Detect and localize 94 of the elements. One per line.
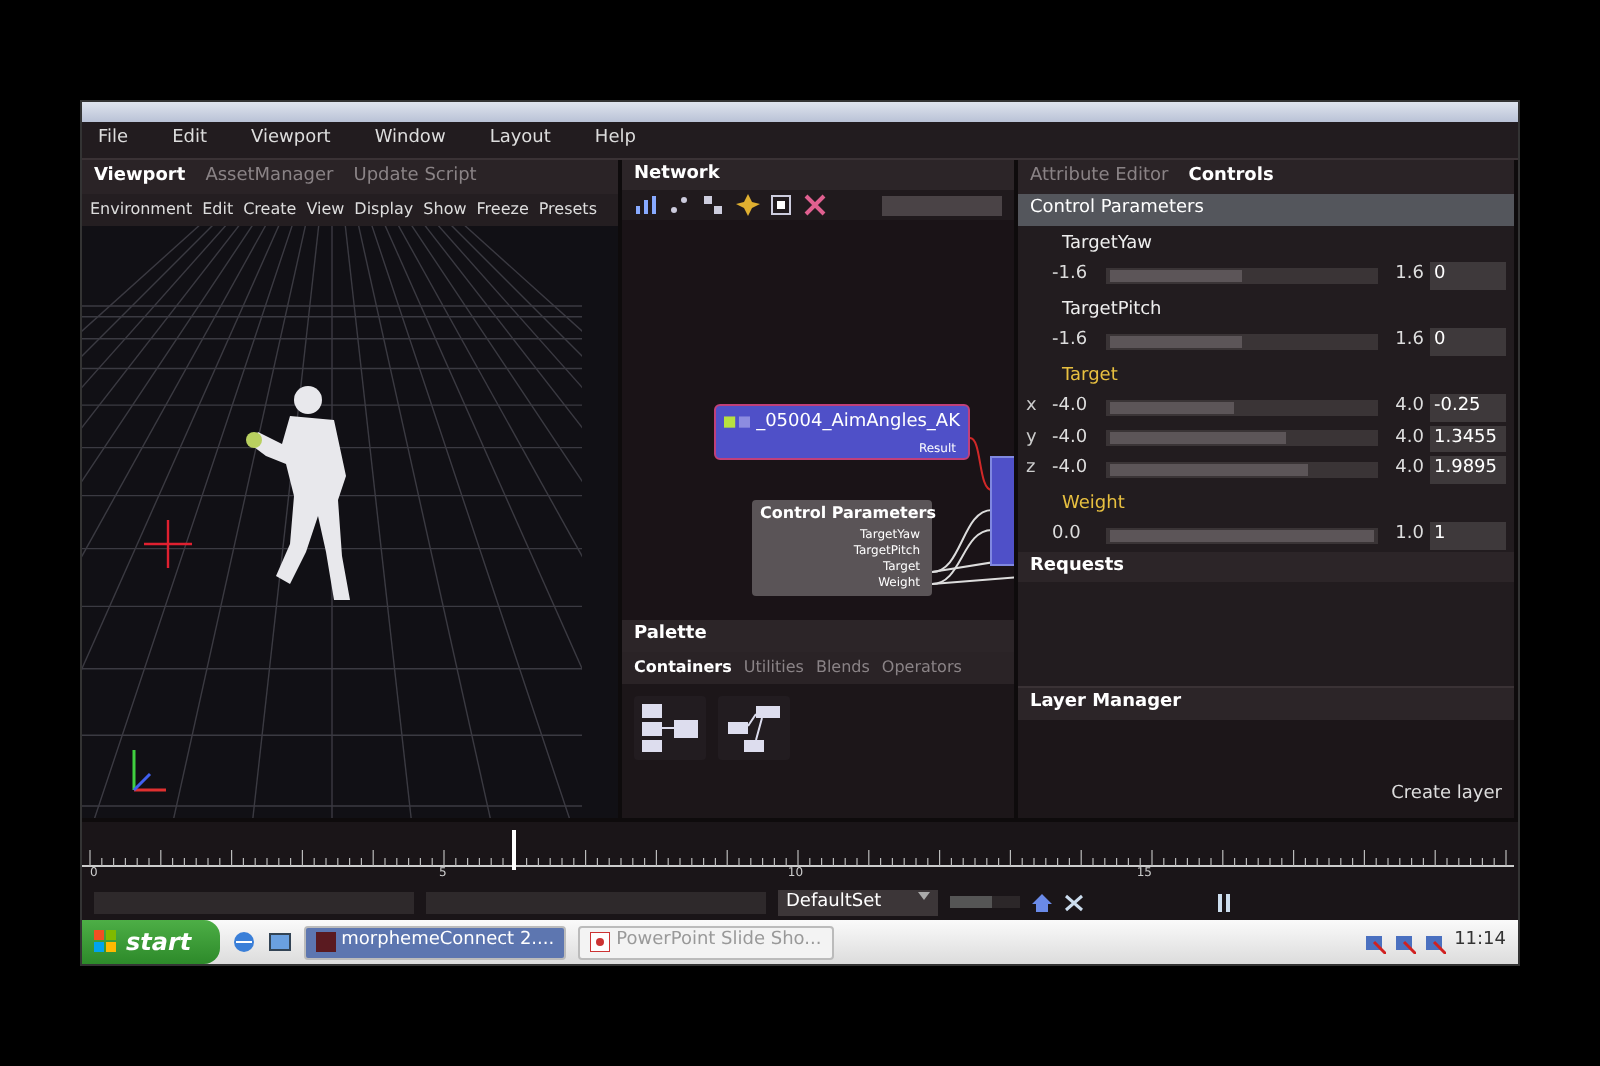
parameter-name: TargetPitch <box>1060 297 1164 323</box>
tab[interactable]: Update Script <box>353 163 477 190</box>
value-field[interactable]: 1.3455 <box>1430 425 1506 452</box>
desktop-icon[interactable] <box>267 930 292 954</box>
max-label: 1.0 <box>1393 522 1424 548</box>
value-field[interactable]: 0 <box>1430 328 1506 355</box>
slider-fill[interactable] <box>1110 401 1235 414</box>
dropdown-value: DefaultSet <box>786 889 882 915</box>
panel-title: Palette <box>634 624 707 644</box>
tab[interactable]: Blends <box>815 655 870 679</box>
taskbar-button[interactable]: morphemeConnect 2.... <box>303 925 567 959</box>
menu-item[interactable]: Help <box>594 126 636 153</box>
slider-fill[interactable] <box>1110 335 1242 348</box>
min-label: 0.0 <box>1052 522 1083 548</box>
toolbar-menu[interactable]: Environment <box>90 198 193 222</box>
min-label: -1.6 <box>1052 262 1090 288</box>
node-status-icon <box>724 416 751 431</box>
max-label: 4.0 <box>1393 394 1424 420</box>
slider-track[interactable] <box>1106 527 1378 544</box>
connection-wire <box>969 437 993 491</box>
min-label: -4.0 <box>1052 456 1090 482</box>
max-label: 4.0 <box>1393 425 1424 451</box>
slider-fill[interactable] <box>1110 529 1374 542</box>
app-icon <box>315 932 336 952</box>
slider-track[interactable] <box>1106 399 1378 416</box>
max-label: 1.6 <box>1393 328 1424 354</box>
tab[interactable]: Operators <box>881 655 962 679</box>
menu-item[interactable]: Window <box>374 126 446 153</box>
set-dropdown[interactable]: DefaultSet <box>778 889 938 916</box>
panel-title: Network <box>634 163 720 183</box>
min-label: -4.0 <box>1052 425 1090 451</box>
slider-fill[interactable] <box>1110 463 1308 476</box>
dots-icon[interactable] <box>668 194 692 216</box>
parameter-name: Weight <box>1060 491 1127 517</box>
menu-item[interactable]: Layout <box>489 126 551 153</box>
slider-fill[interactable] <box>1110 269 1242 282</box>
partial-node[interactable] <box>990 456 1014 566</box>
min-label: -4.0 <box>1052 394 1090 420</box>
create-layer-button[interactable]: Create layer <box>1387 782 1506 809</box>
slider-track[interactable] <box>1106 333 1378 350</box>
parameter-name: TargetYaw <box>1060 231 1154 257</box>
tab[interactable]: Utilities <box>743 655 804 679</box>
axis-label: y <box>1026 425 1039 451</box>
node-title: Control Parameters <box>758 502 932 526</box>
axis-label: x <box>1026 394 1039 420</box>
start-button[interactable]: start <box>82 920 220 964</box>
tab[interactable]: Controls <box>1188 163 1274 190</box>
max-label: 1.6 <box>1393 262 1424 288</box>
menu-item[interactable]: File <box>98 126 129 153</box>
toolbar-menu[interactable]: View <box>306 198 345 222</box>
menu-item[interactable]: Viewport <box>251 126 331 153</box>
toolbar-menu[interactable]: Freeze <box>476 198 529 222</box>
toolbar-menu[interactable]: Show <box>423 198 467 222</box>
tab[interactable]: Containers <box>634 655 732 679</box>
min-label: -1.6 <box>1052 328 1090 354</box>
toolbar-menu[interactable]: Presets <box>538 198 597 222</box>
slider-fill[interactable] <box>1110 432 1287 445</box>
search-field[interactable] <box>882 195 1002 215</box>
max-label: 4.0 <box>1393 456 1424 482</box>
panel-title: Requests <box>1030 555 1125 575</box>
caret-icon <box>918 889 930 901</box>
house-icon[interactable] <box>1032 893 1052 912</box>
linked-blocks-icon[interactable] <box>724 701 784 753</box>
grid-icon[interactable] <box>702 194 726 216</box>
target-marker-icon <box>142 518 194 570</box>
value-field[interactable]: 1 <box>1430 522 1506 549</box>
value-field[interactable]: 1.9895 <box>1430 456 1506 483</box>
square-icon[interactable] <box>770 194 794 216</box>
toolbar-menu[interactable]: Edit <box>202 198 234 222</box>
section-title: Control Parameters <box>1030 198 1204 218</box>
star-icon[interactable] <box>736 194 760 216</box>
value-field[interactable]: 0 <box>1430 262 1506 289</box>
browser-icon[interactable] <box>231 930 256 954</box>
clock: 11:14 <box>1454 928 1506 955</box>
playhead[interactable] <box>512 829 517 869</box>
blocks-icon[interactable] <box>640 701 700 753</box>
tab[interactable]: AssetManager <box>205 163 334 190</box>
tab[interactable]: Attribute Editor <box>1030 163 1169 190</box>
pause-icon[interactable] <box>1216 893 1232 912</box>
toolbar-menu[interactable]: Create <box>243 198 297 222</box>
toolbar-menu[interactable]: Display <box>354 198 414 222</box>
parameter-name: Target <box>1060 363 1120 389</box>
bar-chart-icon[interactable] <box>634 194 658 216</box>
slider-track[interactable] <box>1106 267 1378 284</box>
panel-title: Layer Manager <box>1030 692 1182 712</box>
axis-label: z <box>1026 456 1038 482</box>
slider-track[interactable] <box>1106 430 1378 447</box>
windows-flag-icon <box>94 930 118 954</box>
slider-track[interactable] <box>1106 461 1378 478</box>
node-title: _05004_AimAngles_AK <box>756 410 960 436</box>
menu-item[interactable]: Edit <box>172 126 207 153</box>
value-field[interactable]: -0.25 <box>1430 394 1506 421</box>
app-icon <box>590 932 611 952</box>
tab[interactable]: Viewport <box>94 163 186 190</box>
